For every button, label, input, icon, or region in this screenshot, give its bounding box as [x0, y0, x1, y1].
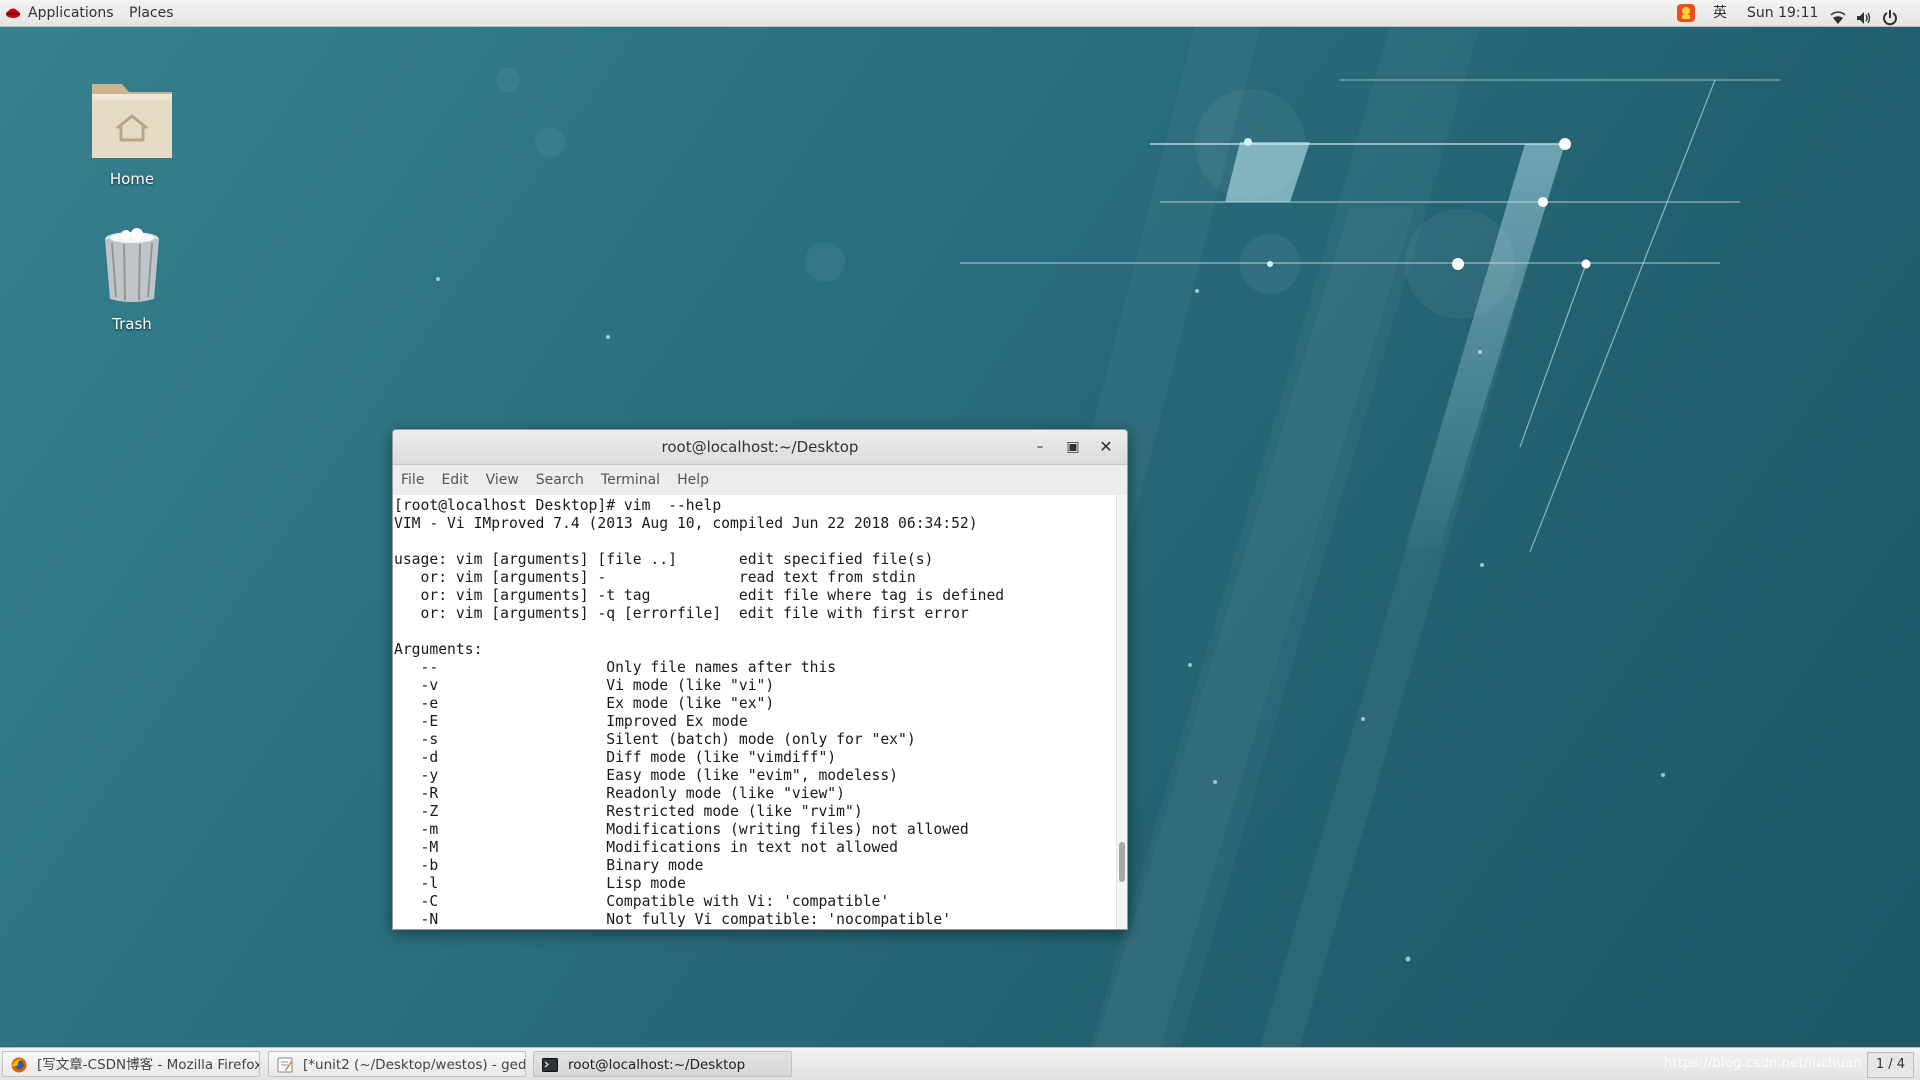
task-terminal[interactable]: root@localhost:~/Desktop: [533, 1051, 792, 1077]
task-firefox[interactable]: [写文章-CSDN博客 - Mozilla Firefox]: [2, 1051, 260, 1077]
notification-icon[interactable]: [1676, 3, 1696, 23]
terminal-line: -M Modifications in text not allowed: [394, 839, 899, 856]
window-titlebar[interactable]: root@localhost:~/Desktop – ▣ ✕: [393, 430, 1127, 465]
terminal-line: -s Silent (batch) mode (only for "ex"): [394, 731, 916, 748]
terminal-line: -C Compatible with Vi: 'compatible': [394, 893, 890, 910]
bottom-taskbar: [写文章-CSDN博客 - Mozilla Firefox] [*unit2 (…: [0, 1047, 1920, 1080]
workspace-indicator[interactable]: 1 / 4: [1866, 1052, 1914, 1078]
input-method-indicator[interactable]: 英: [1713, 0, 1727, 26]
terminal-line: -v Vi mode (like "vi"): [394, 677, 775, 694]
terminal-line: or: vim [arguments] -q [errorfile] edit …: [394, 605, 969, 622]
terminal-menubar: File Edit View Search Terminal Help: [393, 465, 1127, 496]
scrollbar-thumb[interactable]: [1119, 842, 1125, 882]
menu-file[interactable]: File: [401, 465, 424, 495]
terminal-line: or: vim [arguments] - read text from std…: [394, 569, 916, 586]
desktop-icon-trash[interactable]: Trash: [77, 225, 187, 333]
close-button[interactable]: ✕: [1093, 430, 1119, 464]
redhat-logo-icon: [6, 8, 20, 18]
terminal-window[interactable]: root@localhost:~/Desktop – ▣ ✕ File Edit…: [392, 429, 1128, 930]
top-panel: Applications Places 英 Sun 19:11: [0, 0, 1920, 27]
minimize-button[interactable]: –: [1027, 430, 1053, 464]
maximize-button[interactable]: ▣: [1060, 430, 1086, 464]
terminal-text: [root@localhost Desktop]# vim --help VIM…: [393, 495, 1117, 929]
clock[interactable]: Sun 19:11: [1747, 0, 1818, 26]
window-title: root@localhost:~/Desktop: [661, 438, 859, 456]
menu-view[interactable]: View: [486, 465, 519, 495]
terminal-line: [root@localhost Desktop]# vim --help: [394, 497, 722, 514]
task-terminal-label: root@localhost:~/Desktop: [568, 1057, 746, 1073]
watermark-text: https://blog.csdn.net/luchuan: [1663, 1055, 1862, 1071]
firefox-icon: [11, 1057, 27, 1073]
applications-menu[interactable]: Applications: [6, 0, 114, 26]
terminal-line: -- Only file names after this: [394, 659, 837, 676]
menu-search[interactable]: Search: [536, 465, 584, 495]
terminal-output[interactable]: [root@localhost Desktop]# vim --help VIM…: [393, 495, 1117, 929]
menu-help[interactable]: Help: [677, 465, 709, 495]
task-firefox-label: [写文章-CSDN博客 - Mozilla Firefox]: [37, 1057, 260, 1073]
terminal-line: -N Not fully Vi compatible: 'nocompatibl…: [394, 911, 952, 928]
home-folder-icon: [92, 84, 172, 158]
terminal-scrollbar[interactable]: [1116, 495, 1127, 929]
terminal-line: -l Lisp mode: [394, 875, 686, 892]
terminal-line: -m Modifications (writing files) not all…: [394, 821, 969, 838]
terminal-line: -d Diff mode (like "vimdiff"): [394, 749, 837, 766]
terminal-icon: [542, 1058, 558, 1072]
menu-edit[interactable]: Edit: [441, 465, 468, 495]
desktop-icon-home[interactable]: Home: [77, 70, 187, 188]
gedit-icon: [277, 1057, 293, 1073]
terminal-line: -e Ex mode (like "ex"): [394, 695, 775, 712]
terminal-line: usage: vim [arguments] [file ..] edit sp…: [394, 551, 934, 568]
trash-icon-label: Trash: [112, 315, 152, 333]
home-icon-label: Home: [109, 170, 155, 188]
terminal-line: -Z Restricted mode (like "rvim"): [394, 803, 863, 820]
terminal-line: -R Readonly mode (like "view"): [394, 785, 845, 802]
terminal-line: VIM - Vi IMproved 7.4 (2013 Aug 10, comp…: [394, 515, 978, 532]
task-gedit-label: [*unit2 (~/Desktop/westos) - gedit]: [303, 1057, 526, 1073]
volume-icon[interactable]: [1856, 5, 1872, 31]
terminal-line: -b Binary mode: [394, 857, 704, 874]
terminal-line: -y Easy mode (like "evim", modeless): [394, 767, 899, 784]
wifi-icon[interactable]: [1830, 5, 1846, 31]
terminal-line: Arguments:: [394, 641, 483, 658]
terminal-line: -E Improved Ex mode: [394, 713, 748, 730]
menu-terminal[interactable]: Terminal: [601, 465, 660, 495]
terminal-line: or: vim [arguments] -t tag edit file whe…: [394, 587, 1005, 604]
power-menu-icon[interactable]: [1882, 5, 1898, 31]
trash-icon: [105, 228, 159, 302]
places-menu[interactable]: Places: [129, 0, 174, 26]
task-gedit[interactable]: [*unit2 (~/Desktop/westos) - gedit]: [268, 1051, 526, 1077]
applications-label: Applications: [28, 5, 114, 21]
